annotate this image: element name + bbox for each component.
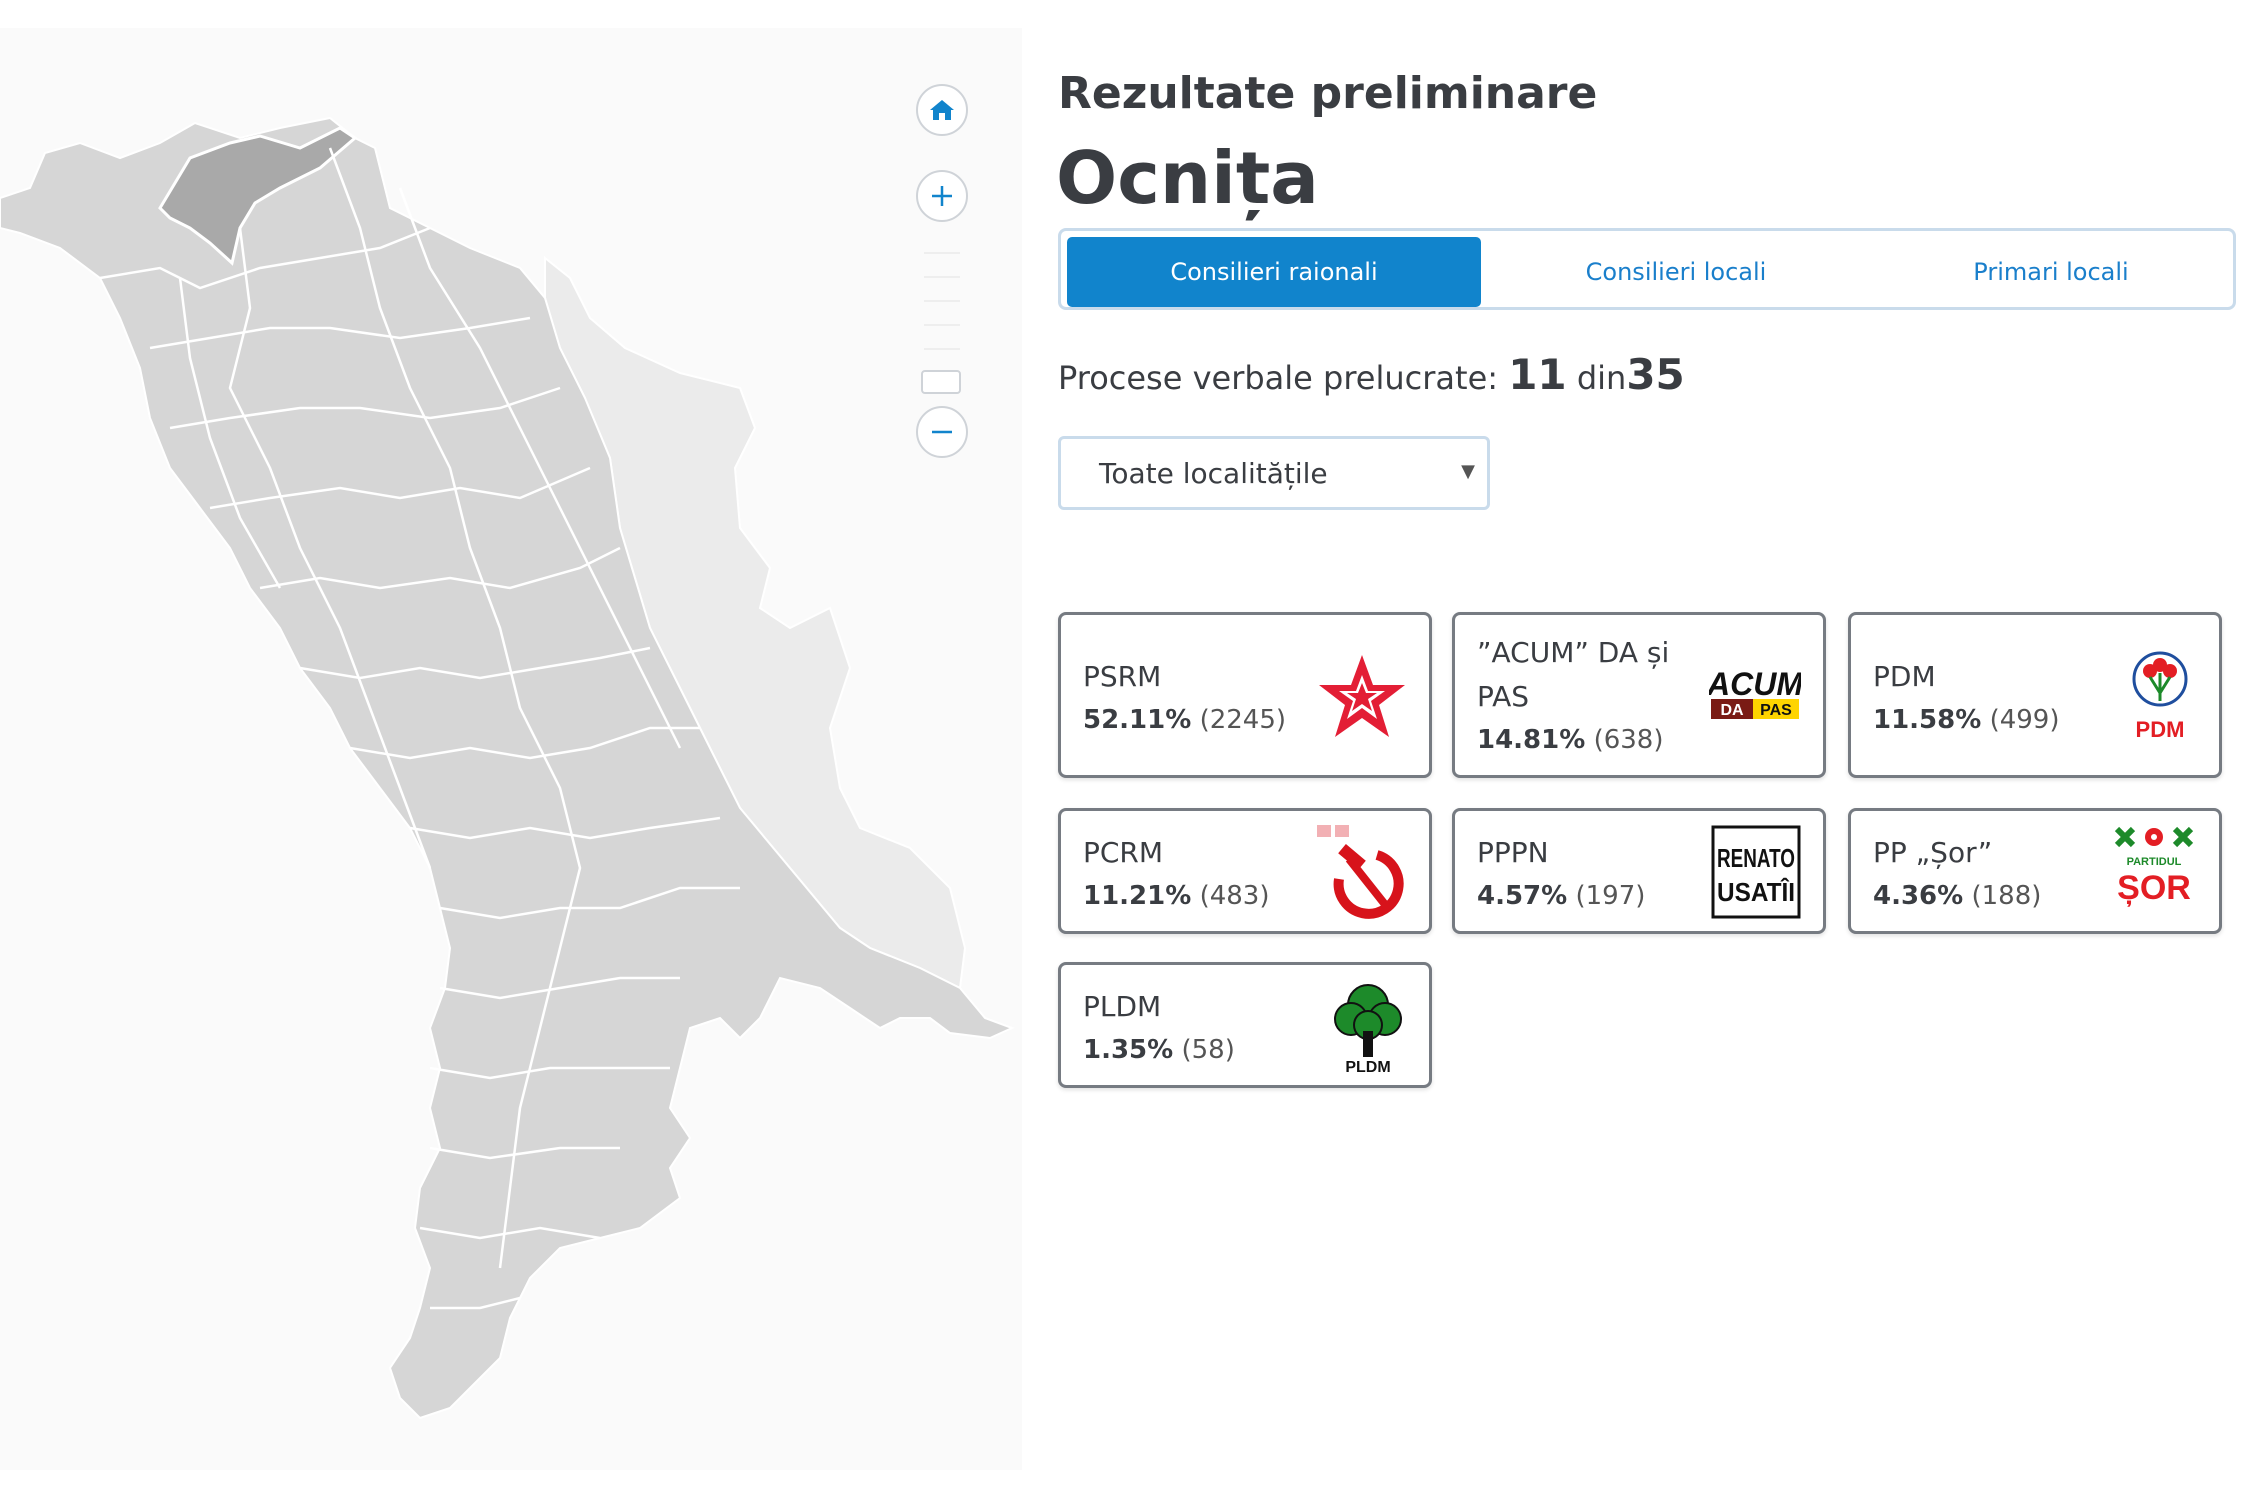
party-card-pldm[interactable]: PLDM 1.35% (58) PLDM xyxy=(1058,962,1432,1088)
processed-sep: din xyxy=(1576,359,1627,397)
party-result: 1.35% (58) xyxy=(1083,1035,1235,1065)
party-card-pppn[interactable]: PPPN 4.57% (197) RENATO USATÎI xyxy=(1452,808,1826,934)
party-result: 11.21% (483) xyxy=(1083,881,1269,911)
hammer-sickle-logo xyxy=(1317,825,1404,919)
locality-select[interactable]: Toate localitățile ▼ xyxy=(1058,436,1490,510)
party-card-pcrm[interactable]: PCRM 11.21% (483) xyxy=(1058,808,1432,934)
party-votes: (188) xyxy=(1971,881,2042,911)
map-panel[interactable] xyxy=(0,28,1022,1470)
party-percent: 52.11% xyxy=(1083,705,1192,735)
pdm-rose-logo: PDM xyxy=(2132,651,2188,742)
processed-done: 11 xyxy=(1508,350,1567,399)
party-result: 4.36% (188) xyxy=(1873,881,2041,911)
party-name: PSRM xyxy=(1083,660,1162,693)
party-result: 4.57% (197) xyxy=(1477,881,1645,911)
psrm-star-logo xyxy=(1319,655,1405,737)
party-votes: (2245) xyxy=(1199,705,1287,735)
election-type-tabs: Consilieri raionali Consilieri locali Pr… xyxy=(1058,228,2236,310)
processed-counter: Procese verbale prelucrate: 11 din35 xyxy=(1058,350,1685,399)
zoom-out-button[interactable] xyxy=(916,406,968,458)
party-name: PLDM xyxy=(1083,990,1162,1023)
party-percent: 14.81% xyxy=(1477,725,1586,755)
renato-logo-line1: RENATO xyxy=(1717,843,1795,873)
party-percent: 11.21% xyxy=(1083,881,1192,911)
renato-usatii-logo: RENATO USATÎI xyxy=(1711,825,1801,919)
party-name: PPPN xyxy=(1477,836,1549,869)
party-votes: (197) xyxy=(1575,881,1646,911)
party-result: 11.58% (499) xyxy=(1873,705,2059,735)
party-votes: (58) xyxy=(1181,1035,1235,1065)
zoom-slider-handle[interactable] xyxy=(921,370,961,394)
minus-icon xyxy=(932,430,952,434)
party-votes: (499) xyxy=(1989,705,2060,735)
party-result: 14.81% (638) xyxy=(1477,725,1663,755)
party-card-psrm[interactable]: PSRM 52.11% (2245) xyxy=(1058,612,1432,778)
sor-logo: PARTIDUL ȘOR xyxy=(2114,826,2194,907)
party-votes: (638) xyxy=(1593,725,1664,755)
zoom-slider-tick xyxy=(924,276,960,278)
party-name: ”ACUM” DA și PAS xyxy=(1477,636,1670,713)
tab-consilieri-locali[interactable]: Consilieri locali xyxy=(1491,237,1861,307)
renato-logo-line2: USATÎI xyxy=(1717,877,1795,907)
processed-label: Procese verbale prelucrate: xyxy=(1058,359,1499,397)
page-title: Rezultate preliminare xyxy=(1058,68,1598,119)
district-name: Ocnița xyxy=(1056,136,1319,220)
pldm-logo-text: PLDM xyxy=(1345,1059,1390,1075)
party-name: PP „Șor” xyxy=(1873,836,1993,869)
zoom-slider-tick xyxy=(924,324,960,326)
zoom-slider-tick xyxy=(924,348,960,350)
party-card-sor[interactable]: PP „Șor” 4.36% (188) PARTIDUL ȘOR xyxy=(1848,808,2222,934)
party-percent: 11.58% xyxy=(1873,705,1982,735)
party-name: PDM xyxy=(1873,660,1936,693)
moldova-map[interactable] xyxy=(0,28,1022,1470)
pldm-tree-logo: PLDM xyxy=(1334,984,1402,1075)
zoom-slider-tick xyxy=(924,252,960,254)
party-card-pdm[interactable]: PDM 11.58% (499) PDM xyxy=(1848,612,2222,778)
zoom-in-button[interactable] xyxy=(916,170,968,222)
party-card-acum[interactable]: ”ACUM” DA și PAS 14.81% (638) ACUM DA PA… xyxy=(1452,612,1826,778)
map-home-button[interactable] xyxy=(916,84,968,136)
party-name: PCRM xyxy=(1083,836,1164,869)
sor-logo-line2: ȘOR xyxy=(2117,869,2191,907)
party-result: 52.11% (2245) xyxy=(1083,705,1286,735)
acum-logo-da: DA xyxy=(1720,702,1744,719)
sor-logo-line1: PARTIDUL xyxy=(2127,856,2182,868)
locality-select-value: Toate localitățile xyxy=(1099,457,1328,490)
pdm-logo-text: PDM xyxy=(2136,717,2185,742)
party-percent: 1.35% xyxy=(1083,1035,1174,1065)
zoom-slider-tick xyxy=(924,300,960,302)
acum-logo-text: ACUM xyxy=(1709,666,1801,702)
tab-consilieri-raionali[interactable]: Consilieri raionali xyxy=(1067,237,1481,307)
party-percent: 4.57% xyxy=(1477,881,1568,911)
chevron-down-icon: ▼ xyxy=(1461,461,1475,482)
tab-primari-locali[interactable]: Primari locali xyxy=(1871,237,2231,307)
plus-icon xyxy=(932,186,952,206)
processed-total: 35 xyxy=(1626,350,1685,399)
party-percent: 4.36% xyxy=(1873,881,1964,911)
party-votes: (483) xyxy=(1199,881,1270,911)
acum-logo-pas: PAS xyxy=(1760,702,1792,719)
acum-logo: ACUM DA PAS xyxy=(1709,666,1801,719)
home-icon xyxy=(930,100,954,120)
